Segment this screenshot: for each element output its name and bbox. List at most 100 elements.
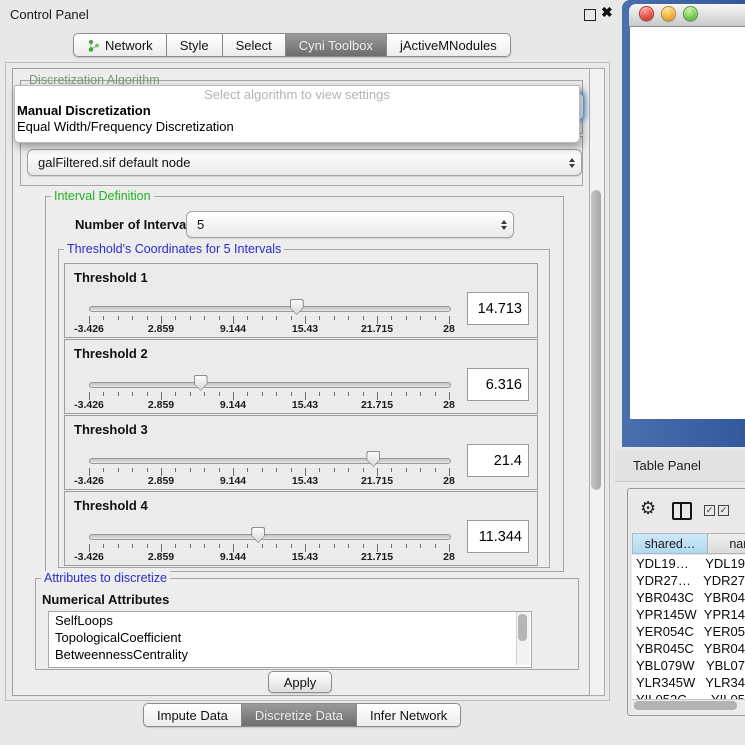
gear-icon[interactable]: ⚙ <box>640 499 656 517</box>
tab-infer-network[interactable]: Infer Network <box>357 703 461 727</box>
apply-button[interactable]: Apply <box>268 671 332 693</box>
threshold-slider-track[interactable] <box>89 534 451 540</box>
tab-select[interactable]: Select <box>223 33 286 57</box>
select-checkbox-icon[interactable]: ✓ <box>704 505 715 516</box>
table-row[interactable]: YDR27…YDR27 <box>632 572 745 589</box>
table-row[interactable]: YBR043CYBR04 <box>632 589 745 606</box>
slider-tick <box>190 316 191 320</box>
slider-tick <box>118 544 119 548</box>
tab-impute-data[interactable]: Impute Data <box>143 703 242 727</box>
threshold-slider-thumb[interactable] <box>290 299 304 315</box>
slider-tick <box>132 316 133 320</box>
attributes-scrollbar-thumb[interactable] <box>518 614 527 641</box>
table-row[interactable]: YIL052CYIL05 <box>632 691 745 699</box>
cell-name: YIL05 <box>707 691 745 699</box>
slider-scale-label: -3.426 <box>74 399 104 411</box>
slider-scale-label: 9.144 <box>220 399 246 411</box>
node-table-rows: YDL19…YDL19YDR27…YDR27YBR043CYBR04YPR145… <box>632 555 745 699</box>
slider-tick <box>334 468 335 472</box>
tab-cyni-toolbox[interactable]: Cyni Toolbox <box>286 33 387 57</box>
slider-tick <box>435 544 436 548</box>
threshold-slider-track[interactable] <box>89 382 451 388</box>
close-icon[interactable]: ✖ <box>601 4 613 21</box>
table-row[interactable]: YPR145WYPR14 <box>632 606 745 623</box>
slider-tick <box>334 544 335 548</box>
slider-tick <box>363 468 364 472</box>
table-hscrollbar-thumb[interactable] <box>634 701 737 710</box>
slider-tick <box>276 392 277 396</box>
tab-jactivemnodules[interactable]: jActiveMNodules <box>387 33 511 57</box>
slider-scale-label: 21.715 <box>361 323 393 335</box>
slider-tick <box>132 392 133 396</box>
tab-label: Select <box>236 38 272 53</box>
cell-name: YLR34 <box>701 674 745 691</box>
slider-tick <box>276 468 277 472</box>
threshold-value-field[interactable]: 14.713 <box>467 292 529 325</box>
slider-tick <box>319 392 320 396</box>
attribute-list-item[interactable]: TopologicalCoefficient <box>49 629 531 646</box>
threshold-value-field[interactable]: 11.344 <box>467 520 529 553</box>
slider-tick <box>175 316 176 320</box>
threshold-slider-track[interactable] <box>89 306 451 312</box>
cell-shared-name: YLR345W <box>632 674 701 691</box>
network-graph: GAL80GACGAL11GAL4GCY1HHAP2 <box>615 0 745 455</box>
number-of-intervals-combobox[interactable]: 5 <box>186 211 514 238</box>
threshold-slider-thumb[interactable] <box>366 451 380 467</box>
slider-tick <box>348 392 349 396</box>
tab-style[interactable]: Style <box>167 33 223 57</box>
float-window-icon[interactable] <box>584 9 596 21</box>
attribute-list-item[interactable]: SelfLoops <box>49 612 531 629</box>
threshold-slider-track[interactable] <box>89 458 451 464</box>
slider-tick <box>334 392 335 396</box>
algorithm-option-manual[interactable]: Manual Discretization <box>15 103 579 119</box>
slider-tick <box>118 392 119 396</box>
column-selector-icon[interactable] <box>672 502 692 520</box>
tab-label: Impute Data <box>157 708 228 723</box>
control-panel-title: Control Panel <box>10 7 89 22</box>
algorithm-option-equal-width[interactable]: Equal Width/Frequency Discretization <box>15 119 579 135</box>
slider-tick <box>247 544 248 548</box>
tab-network[interactable]: Network <box>73 33 167 57</box>
slider-scale-label: 21.715 <box>361 551 393 563</box>
slider-scale-label: 15.43 <box>292 475 318 487</box>
numerical-attributes-list[interactable]: SelfLoopsTopologicalCoefficientBetweenne… <box>48 611 532 668</box>
slider-tick <box>175 544 176 548</box>
cell-shared-name: YBR045C <box>632 640 700 657</box>
slider-scale-label: 28 <box>443 399 455 411</box>
slider-tick <box>406 468 407 472</box>
slider-tick <box>406 544 407 548</box>
select-all-checkbox-icon[interactable]: ✓ <box>718 505 729 516</box>
table-row[interactable]: YBL079WYBL07 <box>632 657 745 674</box>
slider-tick <box>190 392 191 396</box>
attribute-list-item[interactable]: BetweennessCentrality <box>49 646 531 663</box>
table-row[interactable]: YLR345WYLR34 <box>632 674 745 691</box>
threshold-value-field[interactable]: 21.4 <box>467 444 529 477</box>
threshold-slider-thumb[interactable] <box>251 527 265 543</box>
cell-shared-name: YER054C <box>632 623 700 640</box>
slider-tick <box>291 468 292 472</box>
table-row[interactable]: YBR045CYBR04 <box>632 640 745 657</box>
slider-tick <box>291 544 292 548</box>
slider-scale-label: 9.144 <box>220 323 246 335</box>
slider-tick <box>348 544 349 548</box>
slider-tick <box>190 544 191 548</box>
table-data-combobox-value: galFiltered.sif default node <box>28 155 563 170</box>
column-header-shared-name[interactable]: shared… <box>632 533 708 554</box>
table-row[interactable]: YDL19…YDL19 <box>632 555 745 572</box>
column-header-name[interactable]: name <box>707 533 745 554</box>
main-scrollbar-thumb[interactable] <box>591 190 601 490</box>
number-of-intervals-value: 5 <box>187 217 495 232</box>
threshold-slider-thumb[interactable] <box>194 375 208 391</box>
tab-discretize-data[interactable]: Discretize Data <box>242 703 357 727</box>
slider-tick <box>219 392 220 396</box>
threshold-value-field[interactable]: 6.316 <box>467 368 529 401</box>
table-data-combobox[interactable]: galFiltered.sif default node <box>27 149 582 176</box>
table-row[interactable]: YER054CYER05 <box>632 623 745 640</box>
slider-scale-label: 2.859 <box>148 551 174 563</box>
threshold-panel-2: Threshold 2-3.4262.8599.14415.4321.71528… <box>64 339 538 414</box>
slider-tick <box>391 316 392 320</box>
slider-tick <box>175 468 176 472</box>
combobox-spinner-icon <box>563 158 581 168</box>
slider-tick <box>147 392 148 396</box>
slider-tick <box>406 316 407 320</box>
